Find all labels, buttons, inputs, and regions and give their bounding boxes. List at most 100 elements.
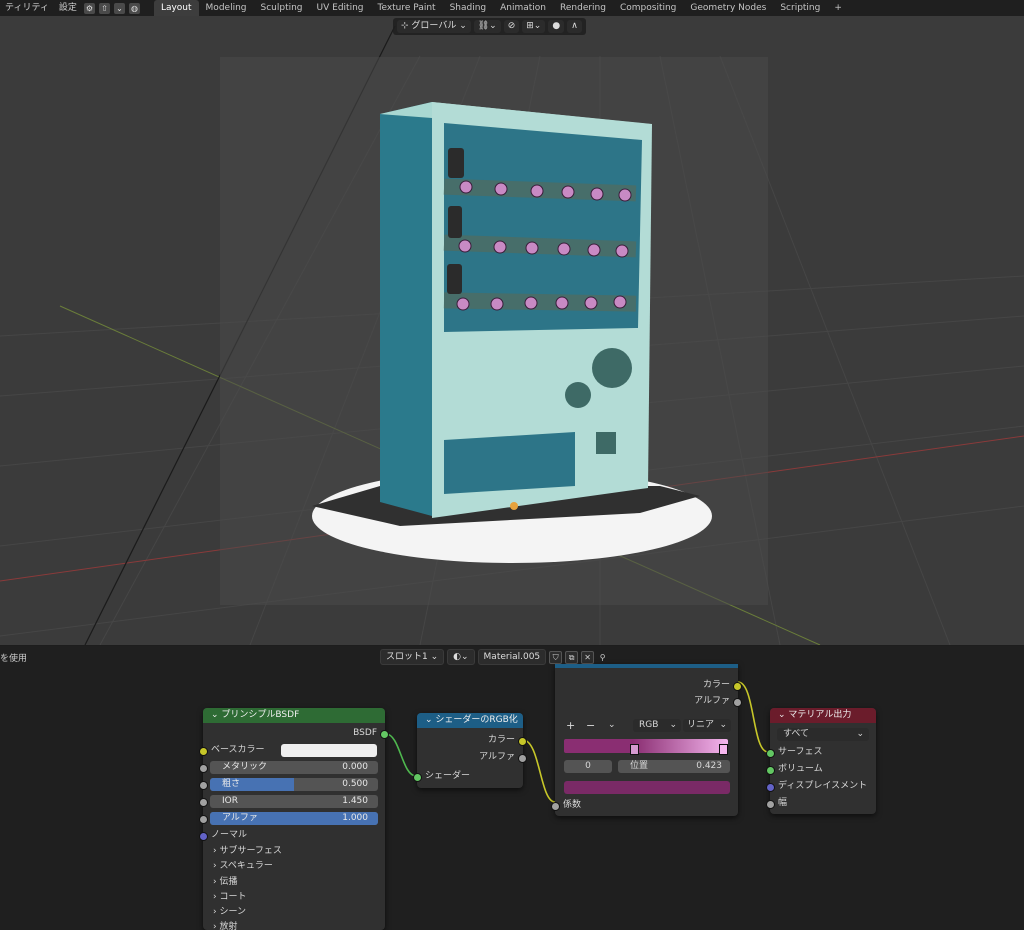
normal-socket[interactable] xyxy=(199,832,208,841)
collapse-chevron-icon[interactable]: ⌄ xyxy=(425,715,435,725)
ramp-add-stop-button[interactable]: + xyxy=(566,718,575,733)
shader-rgb-color-out-socket[interactable] xyxy=(518,737,527,746)
viewport-scene xyxy=(0,25,1024,645)
shader-rgb-alpha-out-socket[interactable] xyxy=(518,754,527,763)
panel-specular[interactable]: › スペキュラー xyxy=(203,859,395,874)
globe-icon[interactable]: ◍ xyxy=(128,2,140,14)
ramp-menu-chevron-icon[interactable]: ⌄ xyxy=(608,718,616,733)
color-ramp-gradient[interactable] xyxy=(564,739,728,755)
shader-rgb-shader-in-label: シェーダー xyxy=(425,771,471,781)
snap-target-icon[interactable]: ⊞⌄ xyxy=(522,20,546,33)
base-color-swatch[interactable] xyxy=(281,744,377,757)
shader-to-rgb-node[interactable]: ⌄ シェーダーのRGB化 カラー アルファ シェーダー xyxy=(413,713,527,788)
menu-settings[interactable]: 設定 xyxy=(54,0,82,16)
tab-shading[interactable]: Shading xyxy=(443,0,494,16)
upload-icon[interactable]: ⇧ xyxy=(98,2,110,14)
tab-scripting[interactable]: Scripting xyxy=(773,0,827,16)
roughness-socket[interactable] xyxy=(199,781,208,790)
ramp-position-label: 位置 xyxy=(630,761,649,771)
surface-in-socket[interactable] xyxy=(766,749,775,758)
tab-modeling[interactable]: Modeling xyxy=(199,0,254,16)
shader-rgb-shader-in-socket[interactable] xyxy=(413,773,422,782)
output-target-dropdown[interactable]: すべて ⌄ xyxy=(777,728,869,741)
ramp-factor-in-socket[interactable] xyxy=(551,802,560,811)
ramp-color-out-row: カラー xyxy=(555,678,742,693)
pivot-link-icon[interactable]: ⛓⌄ xyxy=(473,20,501,33)
volume-in-socket[interactable] xyxy=(766,766,775,775)
displacement-in-socket[interactable] xyxy=(766,783,775,792)
transform-orientation-dropdown[interactable]: ⊹ グローバル ⌄ xyxy=(397,20,471,33)
ramp-position-field[interactable]: 位置 0.423 xyxy=(618,760,730,773)
ramp-color-out-socket[interactable] xyxy=(733,682,742,691)
ramp-alpha-out-socket[interactable] xyxy=(733,698,742,707)
color-ramp-node[interactable]: カラー アルファ + − ⌄ RGB ⌄ リニア ⌄ 0 位置 0.423 係数 xyxy=(551,664,742,816)
tab-animation[interactable]: Animation xyxy=(493,0,553,16)
material-output-node[interactable]: ⌄ マテリアル出力 すべて ⌄ サーフェス ボリューム ディスプレイスメント 幅 xyxy=(766,708,876,814)
alpha-field[interactable]: アルファ 1.000 xyxy=(210,812,378,825)
3d-viewport[interactable]: ⊹ グローバル ⌄ ⛓⌄ ⊘ ⊞⌄ ● ∧ xyxy=(0,16,1024,645)
ramp-alpha-out-row: アルファ xyxy=(555,694,742,709)
tab-compositing[interactable]: Compositing xyxy=(613,0,683,16)
material-output-title: マテリアル出力 xyxy=(788,710,852,720)
top-bar: ティリティ 設定 ⚙ ⇧ ⌄ ◍ Layout Modeling Sculpti… xyxy=(0,0,1024,17)
tab-sculpting[interactable]: Sculpting xyxy=(254,0,310,16)
thickness-in-row: 幅 xyxy=(766,796,876,811)
add-workspace-button[interactable]: + xyxy=(827,0,849,16)
roughness-row: 粗さ 0.500 xyxy=(199,777,385,792)
menu-utility[interactable]: ティリティ xyxy=(0,0,54,16)
tab-texture-paint[interactable]: Texture Paint xyxy=(370,0,442,16)
ramp-color-mode-dropdown[interactable]: RGB ⌄ xyxy=(633,719,681,732)
alpha-label: アルファ xyxy=(222,813,258,823)
gear-icon[interactable]: ⚙ xyxy=(83,2,95,14)
ramp-stop-0-handle[interactable] xyxy=(630,744,639,755)
panel-sheen[interactable]: › シーン xyxy=(203,905,395,920)
thickness-in-socket[interactable] xyxy=(766,800,775,809)
ramp-color-mode-value: RGB xyxy=(639,720,659,730)
ramp-toolbar: + − ⌄ RGB ⌄ リニア ⌄ xyxy=(555,718,738,733)
ramp-remove-stop-button[interactable]: − xyxy=(586,718,595,733)
snap-icon[interactable]: ⊘ xyxy=(503,20,520,33)
collapse-chevron-icon[interactable]: ⌄ xyxy=(778,710,788,720)
panel-emission[interactable]: › 放射 xyxy=(203,920,395,930)
metallic-field[interactable]: メタリック 0.000 xyxy=(210,761,378,774)
ior-field[interactable]: IOR 1.450 xyxy=(210,795,378,808)
tab-layout[interactable]: Layout xyxy=(153,0,199,16)
panel-coat[interactable]: › コート xyxy=(203,890,395,905)
shader-to-rgb-title: シェーダーのRGB化 xyxy=(435,715,518,725)
chevron-down-icon[interactable]: ⌄ xyxy=(113,2,125,14)
material-output-header[interactable]: ⌄ マテリアル出力 xyxy=(770,708,876,723)
base-color-socket[interactable] xyxy=(199,747,208,756)
roughness-label: 粗さ xyxy=(222,779,241,789)
ramp-factor-in-label: 係数 xyxy=(563,800,582,810)
panel-subsurface-label: サブサーフェス xyxy=(219,846,282,856)
falloff-icon[interactable]: ∧ xyxy=(567,20,582,33)
collapse-chevron-icon[interactable]: ⌄ xyxy=(211,710,221,720)
vending-machine-model xyxy=(380,102,652,518)
ramp-stop-index-field[interactable]: 0 xyxy=(564,760,612,773)
normal-label: ノーマル xyxy=(211,830,248,840)
bsdf-node-header[interactable]: ⌄ プリンシプルBSDF xyxy=(203,708,385,723)
bsdf-output-socket[interactable] xyxy=(380,730,389,739)
alpha-socket[interactable] xyxy=(199,815,208,824)
panel-transmission[interactable]: › 伝播 xyxy=(203,875,395,890)
viewport-header: ⊹ グローバル ⌄ ⛓⌄ ⊘ ⊞⌄ ● ∧ xyxy=(393,18,586,35)
shader-node-editor[interactable]: を使用 スロット1 ⌄ ◐⌄ Material.005 ⛉ ⧉ ✕ ⚲ ⌄ プリ… xyxy=(0,646,1024,930)
ramp-interpolation-dropdown[interactable]: リニア ⌄ xyxy=(683,719,731,732)
bsdf-output-label: BSDF xyxy=(353,728,377,738)
tab-geometry-nodes[interactable]: Geometry Nodes xyxy=(683,0,773,16)
metallic-socket[interactable] xyxy=(199,764,208,773)
ramp-stop-1-handle[interactable] xyxy=(719,744,728,755)
proportional-edit-icon[interactable]: ● xyxy=(548,20,565,33)
tab-rendering[interactable]: Rendering xyxy=(553,0,613,16)
ior-socket[interactable] xyxy=(199,798,208,807)
ramp-stop-color-swatch[interactable] xyxy=(564,781,730,794)
roughness-field[interactable]: 粗さ 0.500 xyxy=(210,778,378,791)
bsdf-node-title: プリンシプルBSDF xyxy=(221,710,300,720)
principled-bsdf-node[interactable]: ⌄ プリンシプルBSDF BSDF ベースカラー メタリック 0.000 粗さ … xyxy=(199,708,389,930)
panel-subsurface[interactable]: › サブサーフェス xyxy=(203,844,395,859)
shader-rgb-shader-in-row: シェーダー xyxy=(413,769,523,784)
chevron-down-icon: ⌄ xyxy=(719,720,727,730)
tab-uv-editing[interactable]: UV Editing xyxy=(310,0,371,16)
shader-to-rgb-header[interactable]: ⌄ シェーダーのRGB化 xyxy=(417,713,523,728)
ramp-position-value: 0.423 xyxy=(696,761,722,771)
